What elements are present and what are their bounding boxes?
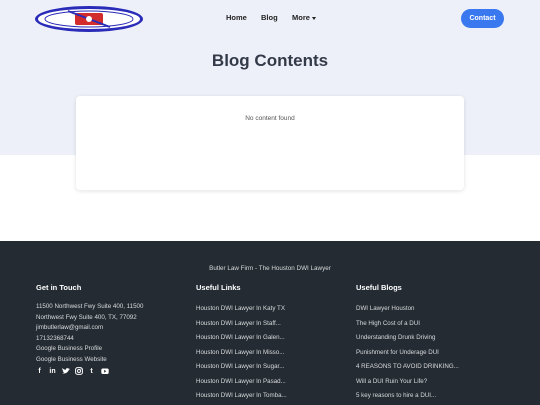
social-links: f in t [36,367,143,376]
footer-firm-name: Butler Law Firm - The Houston DWI Lawyer [209,265,331,272]
nav-more-label: More [292,13,310,22]
useful-link[interactable]: Houston DWI Lawyer In Galen... [196,331,287,346]
footer: Butler Law Firm - The Houston DWI Lawyer… [0,241,540,405]
useful-blog-link[interactable]: The High Cost of a DUI [356,317,459,332]
contact-button[interactable]: Contact [461,9,504,28]
page-title: Blog Contents [211,51,329,70]
address-line-2: Northwest Fwy Suite 400, TX, 77092 [36,313,137,321]
tumblr-icon[interactable]: t [88,367,95,376]
useful-link[interactable]: Houston DWI Lawyer In Pasad... [196,375,287,390]
nav-home-link[interactable]: Home [226,13,247,22]
useful-link[interactable]: Houston DWI Lawyer In Katy TX [196,302,287,317]
useful-link[interactable]: Houston DWI Lawyer In Misso... [196,346,287,361]
google-profile-link[interactable]: Google Business Profile [36,344,143,355]
email-link[interactable]: jimbutlerlaw@gmail.com [36,323,143,334]
footer-links-column: Useful Links Houston DWI Lawyer In Katy … [196,283,287,404]
useful-blog-link[interactable]: Will a DUI Ruin Your Life? [356,375,459,390]
address-line-1: 11500 Northwest Fwy Suite 400, 11500 [36,303,144,310]
useful-blog-link[interactable]: 4 REASONS TO AVOID DRINKING... [356,360,459,375]
useful-link[interactable]: Houston DWI Lawyer In Staff... [196,317,287,332]
footer-links-heading: Useful Links [196,283,241,292]
useful-blog-link[interactable]: 5 key reasons to hire a DUI... [356,389,459,404]
instagram-icon[interactable] [75,367,83,376]
google-website-link[interactable]: Google Business Website [36,355,143,366]
useful-link[interactable]: Houston DWI Lawyer In Sugar... [196,360,287,375]
useful-link[interactable]: Houston DWI Lawyer In Tomba... [196,389,287,404]
linkedin-icon[interactable]: in [49,367,56,376]
twitter-icon[interactable] [62,367,70,376]
phone-link[interactable]: 17132368744 [36,334,143,345]
youtube-icon[interactable] [101,367,109,376]
useful-blog-link[interactable]: Understanding Drunk Driving [356,331,459,346]
useful-blog-link[interactable]: Punishment for Underage DUI [356,346,459,361]
footer-blogs-heading: Useful Blogs [356,283,402,292]
facebook-icon[interactable]: f [36,367,43,376]
useful-blog-link[interactable]: DWI Lawyer Houston [356,302,459,317]
top-navbar: Home Blog More Contact [0,0,540,36]
footer-contact-heading: Get in Touch [36,283,82,292]
nav-more-dropdown[interactable]: More [292,13,316,22]
chevron-down-icon [311,16,316,20]
blog-content-card: No content found [76,96,464,190]
empty-state-message: No content found [245,115,295,122]
firm-logo[interactable] [35,6,143,32]
footer-blogs-column: Useful Blogs DWI Lawyer Houston The High… [356,283,459,404]
nav-blog-link[interactable]: Blog [261,13,278,22]
logo-emblem-icon [44,10,134,28]
footer-contact-column: Get in Touch 11500 Northwest Fwy Suite 4… [36,283,143,376]
